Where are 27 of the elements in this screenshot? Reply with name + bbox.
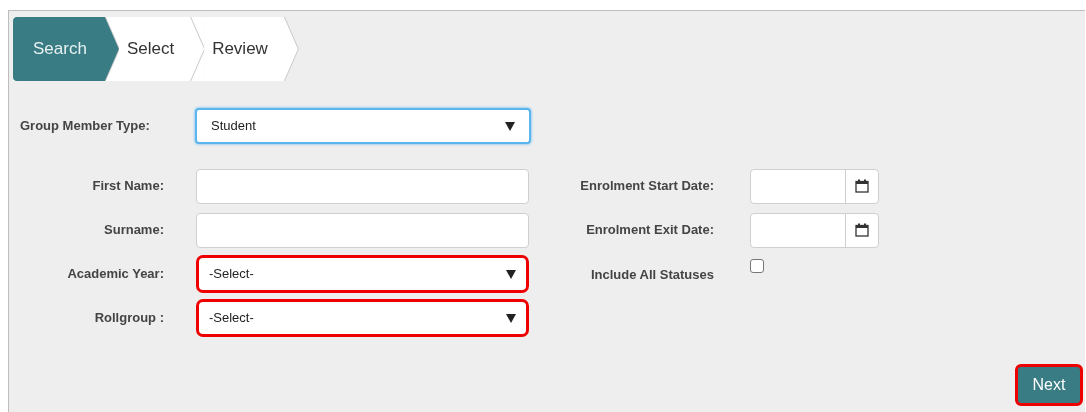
dropdown-value: Student	[211, 117, 256, 136]
dropdown-value: -Select-	[209, 309, 254, 328]
field-label: Academic Year:	[66, 265, 164, 284]
member-type-dropdown[interactable]: Student	[195, 108, 531, 144]
calendar-icon[interactable]	[855, 223, 869, 237]
input-field[interactable]	[196, 212, 529, 248]
dropdown-caret-icon	[506, 269, 516, 279]
field-label: Include All Statuses	[589, 266, 714, 284]
field-label: Group Member Type:	[19, 117, 151, 136]
checkbox[interactable]	[750, 259, 764, 273]
date-field[interactable]	[750, 168, 879, 204]
dropdown-value: -Select-	[209, 265, 254, 284]
dropdown[interactable]: -Select-	[196, 255, 529, 293]
dropdown-caret-icon	[506, 313, 516, 323]
dropdown[interactable]: -Select-	[196, 299, 529, 337]
step-tab[interactable]: Search	[13, 17, 119, 81]
field-label: Enrolment Exit Date:	[585, 221, 714, 240]
field-label: Surname:	[103, 221, 164, 240]
input-field[interactable]	[196, 168, 529, 204]
next-button[interactable]: Next	[1015, 364, 1083, 406]
calendar-icon[interactable]	[855, 179, 869, 193]
dropdown-caret-icon	[505, 121, 515, 131]
date-field[interactable]	[750, 212, 879, 248]
step-tab[interactable]: Review	[204, 17, 298, 81]
field-label: Rollgroup :	[93, 309, 164, 328]
field-label: Enrolment Start Date:	[579, 177, 714, 196]
field-label: First Name:	[91, 177, 164, 196]
